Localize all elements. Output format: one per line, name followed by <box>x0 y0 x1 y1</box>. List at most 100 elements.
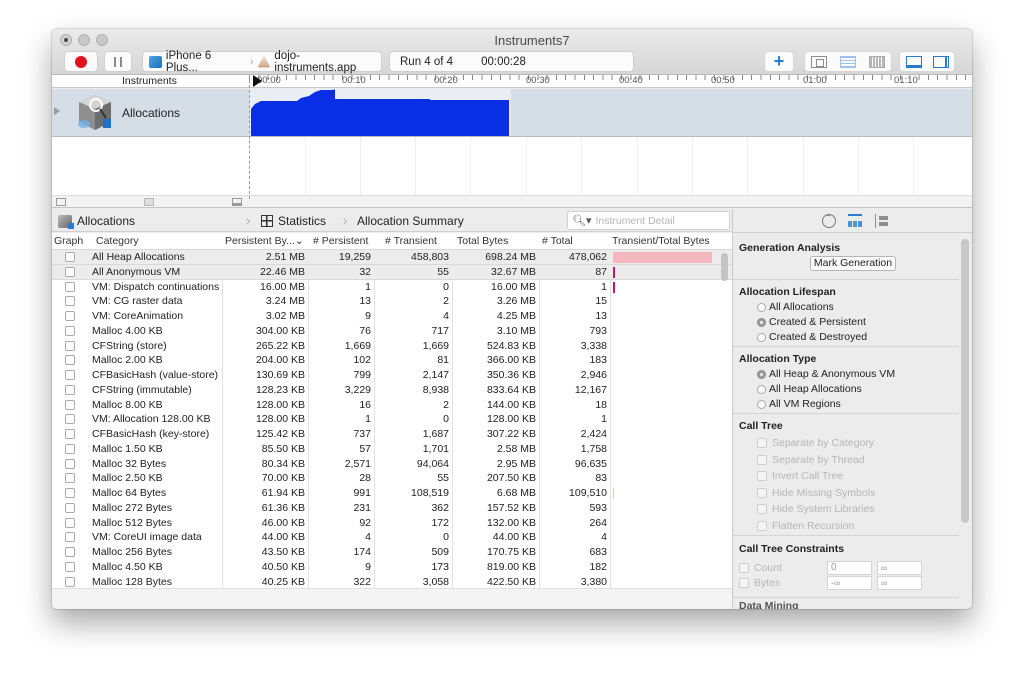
table-row[interactable]: Malloc 2.00 KB 204.00 KB 102 81 366.00 KB 183 <box>52 353 732 368</box>
column-header-transient-total[interactable]: Transient/Total Bytes <box>612 235 710 247</box>
graph-checkbox[interactable] <box>65 488 75 498</box>
table-row[interactable]: Malloc 4.00 KB 304.00 KB 76 717 3.10 MB 793 <box>52 324 732 339</box>
record-button[interactable] <box>64 51 98 72</box>
table-row[interactable]: Malloc 1.50 KB 85.50 KB 57 1,701 2.58 MB 1,75… <box>52 442 732 457</box>
table-row[interactable]: Malloc 256 Bytes 43.50 KB 174 509 170.75 KB 6… <box>52 545 732 560</box>
grid-icon[interactable] <box>868 55 885 68</box>
checkbox-invert-call-tree[interactable]: Invert Call Tree <box>757 470 843 482</box>
table-row[interactable]: CFString (immutable) 128.23 KB 3,229 8,938 8… <box>52 383 732 398</box>
radio-created-persistent[interactable]: Created & Persistent <box>757 316 866 328</box>
checkbox-hide-missing-symbols[interactable]: Hide Missing Symbols <box>757 487 875 499</box>
checkbox-hide-system-libraries[interactable]: Hide System Libraries <box>757 503 875 515</box>
display-settings-icon[interactable] <box>848 214 862 228</box>
table-row[interactable]: CFBasicHash (value-store) 130.69 KB 799 2,1… <box>52 368 732 383</box>
timeline-ruler[interactable]: Instruments 00:00 00:10 00:20 00:30 00:4… <box>52 75 972 88</box>
bytes-max-field[interactable]: ∞ <box>877 576 922 590</box>
nav-allocation-summary[interactable]: Allocation Summary <box>357 214 464 228</box>
graph-checkbox[interactable] <box>65 502 75 513</box>
graph-checkbox[interactable] <box>65 443 75 454</box>
graph-checkbox[interactable] <box>65 576 75 587</box>
table-row[interactable]: CFBasicHash (key-store) 125.42 KB 737 1,687… <box>52 427 732 442</box>
column-header-persistent[interactable]: # Persistent <box>313 235 368 247</box>
graph-icon[interactable] <box>56 198 66 206</box>
graph-checkbox[interactable] <box>65 325 75 336</box>
radio-all-allocations[interactable]: All Allocations <box>757 301 834 313</box>
column-header-graph[interactable]: Graph <box>54 235 83 247</box>
graph-checkbox[interactable] <box>65 252 75 262</box>
table-row[interactable]: VM: Allocation 128.00 KB 128.00 KB 1 0 128.0… <box>52 412 732 427</box>
table-scrollbar[interactable] <box>721 253 728 281</box>
radio-heap-allocations[interactable]: All Heap Allocations <box>757 383 862 395</box>
table-row[interactable]: Malloc 512 Bytes 46.00 KB 92 172 132.00 KB 26… <box>52 516 732 531</box>
instrument-detail-search[interactable]: 🔍︎▾ Instrument Detail <box>567 211 730 230</box>
graph-checkbox[interactable] <box>65 355 75 366</box>
column-header-category[interactable]: Category <box>96 235 139 247</box>
allocations-graph[interactable] <box>249 89 511 136</box>
bytes-min-field[interactable]: -∞ <box>827 576 872 590</box>
right-pane-icon[interactable] <box>932 55 949 68</box>
graph-checkbox[interactable] <box>65 384 75 395</box>
table-row[interactable]: Malloc 4.50 KB 40.50 KB 9 173 819.00 KB 182 <box>52 560 732 575</box>
graph-checkbox[interactable] <box>65 370 75 380</box>
playhead-marker[interactable] <box>253 75 262 87</box>
graph-checkbox[interactable] <box>65 281 75 292</box>
table-row[interactable]: Malloc 272 Bytes 61.36 KB 231 362 157.52 KB 5… <box>52 501 732 516</box>
cpu-icon[interactable] <box>811 55 828 68</box>
checkbox-count[interactable]: Count <box>739 562 782 574</box>
table-row[interactable]: Malloc 64 Bytes 61.94 KB 991 108,519 6.68 MB… <box>52 486 732 501</box>
column-header-persistent-bytes[interactable]: Persistent By...⌄ <box>225 235 304 247</box>
radio-vm-regions[interactable]: All VM Regions <box>757 398 841 410</box>
checkbox-flatten-recursion[interactable]: Flatten Recursion <box>757 520 854 532</box>
graph-checkbox[interactable] <box>65 429 75 439</box>
table-row[interactable]: VM: CoreAnimation 3.02 MB 9 4 4.25 MB 13 <box>52 309 732 324</box>
nav-instrument[interactable]: Allocations <box>58 214 135 229</box>
count-min-field[interactable]: 0 <box>827 561 872 575</box>
add-instrument-button[interactable]: + <box>764 51 794 72</box>
table-cell-category: Malloc 64 Bytes <box>92 487 167 499</box>
filter-icon[interactable] <box>144 198 154 206</box>
table-row[interactable]: Malloc 32 Bytes 80.34 KB 2,571 94,064 2.95 M… <box>52 457 732 472</box>
radio-heap-anonymous-vm[interactable]: All Heap & Anonymous VM <box>757 368 895 380</box>
allocations-track[interactable]: Allocations <box>52 89 972 137</box>
graph-checkbox[interactable] <box>65 532 75 543</box>
table-row[interactable]: CFString (store) 265.22 KB 1,669 1,669 524.8… <box>52 339 732 354</box>
table-row[interactable]: Malloc 8.00 KB 128.00 KB 16 2 144.00 KB 18 <box>52 398 732 413</box>
table-row[interactable]: Malloc 2.50 KB 70.00 KB 28 55 207.50 KB 83 <box>52 471 732 486</box>
table-row[interactable]: VM: CoreUI image data 44.00 KB 4 0 44.00 KB 4 <box>52 530 732 545</box>
graph-checkbox[interactable] <box>65 414 75 425</box>
count-max-field[interactable]: ∞ <box>877 561 922 575</box>
radio-created-destroyed[interactable]: Created & Destroyed <box>757 331 867 343</box>
table-row[interactable]: VM: CG raster data 3.24 MB 13 2 3.26 MB 15 <box>52 294 732 309</box>
checkbox-bytes[interactable]: Bytes <box>739 577 780 589</box>
graph-checkbox[interactable] <box>65 311 75 321</box>
inspector-scrollbar[interactable] <box>961 239 969 523</box>
empty-track-area[interactable] <box>52 137 972 195</box>
bottom-pane-icon[interactable] <box>905 55 922 68</box>
checkbox-separate-by-thread[interactable]: Separate by Thread <box>757 454 865 466</box>
graph-checkbox[interactable] <box>65 399 75 410</box>
table-row[interactable]: All Anonymous VM 22.46 MB 32 55 32.67 MB 87 <box>52 264 732 280</box>
record-settings-icon[interactable] <box>822 211 836 228</box>
graph-checkbox[interactable] <box>65 296 75 307</box>
graph-checkbox[interactable] <box>65 547 75 557</box>
graph-checkbox[interactable] <box>65 517 75 528</box>
pause-button[interactable] <box>104 51 132 72</box>
extended-detail-icon[interactable] <box>875 214 889 228</box>
table-row[interactable]: VM: Dispatch continuations 16.00 MB 1 0 16.0… <box>52 280 732 295</box>
table-row[interactable]: All Heap Allocations 2.51 MB 19,259 458,803… <box>52 250 732 265</box>
graph-checkbox[interactable] <box>65 561 75 572</box>
nav-statistics[interactable]: Statistics <box>261 214 326 228</box>
graph-checkbox[interactable] <box>65 266 75 277</box>
column-header-total-bytes[interactable]: Total Bytes <box>457 235 508 247</box>
snap-track-icon[interactable] <box>232 198 242 206</box>
list-icon[interactable] <box>839 55 856 68</box>
mark-generation-button[interactable]: Mark Generation <box>810 256 896 271</box>
column-header-transient[interactable]: # Transient <box>385 235 437 247</box>
graph-checkbox[interactable] <box>65 458 75 469</box>
target-selector[interactable]: iPhone 6 Plus... › dojo-instruments.app <box>142 50 382 74</box>
column-header-total[interactable]: # Total <box>542 235 573 247</box>
checkbox-separate-by-category[interactable]: Separate by Category <box>757 437 874 449</box>
disclosure-triangle-icon[interactable] <box>54 107 60 115</box>
graph-checkbox[interactable] <box>65 473 75 484</box>
graph-checkbox[interactable] <box>65 340 75 351</box>
